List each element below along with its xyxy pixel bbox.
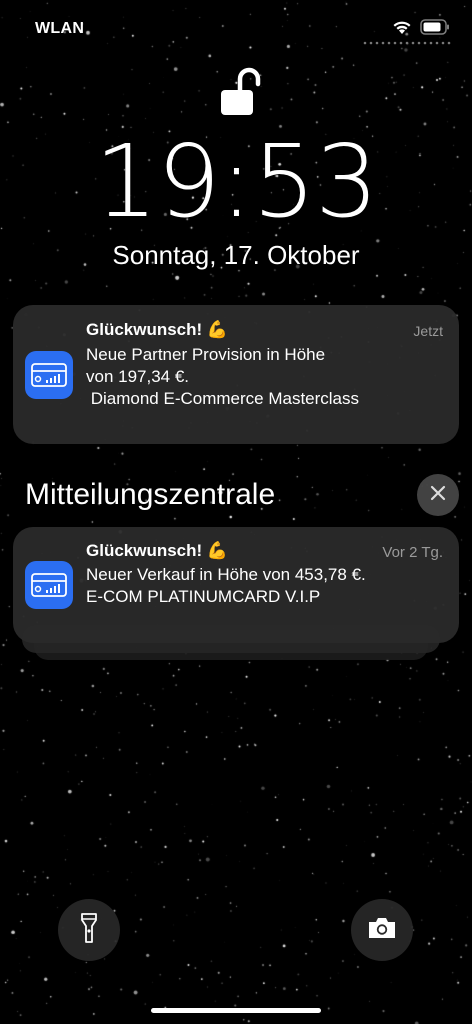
signal-strength-dots [363,41,451,45]
flashlight-icon [81,912,97,949]
close-icon [430,485,446,506]
status-carrier: WLAN [35,20,85,37]
notification-center-title: Mitteilungszentrale [25,478,276,511]
notification-time: Vor 2 Tg. [382,544,443,561]
camera-icon [368,917,396,944]
home-indicator[interactable] [151,1008,321,1013]
camera-button[interactable] [351,899,413,961]
card-icon [25,561,73,609]
notification-title: Glückwunsch! 💪 [86,320,229,339]
notification-card[interactable]: Glückwunsch! 💪 Jetzt Neue Partner Provis… [13,305,459,444]
notification-body: Neuer Verkauf in Höhe von 453,78 €. E-CO… [86,565,366,606]
card-icon [25,351,73,399]
battery-icon [420,19,450,40]
clear-notifications-button[interactable] [417,474,459,516]
status-icons [392,19,450,40]
notification-title: Glückwunsch! 💪 [86,541,229,560]
notification-card[interactable]: Glückwunsch! 💪 Vor 2 Tg. Neuer Verkauf i… [13,527,459,643]
lock-screen-date: Sonntag, 17. Oktober [112,240,360,270]
notification-body: Neue Partner Provision in Höhe von 197,3… [86,345,360,408]
wifi-icon [392,19,412,40]
unlocked-padlock-icon [218,66,270,123]
flashlight-button[interactable] [58,899,120,961]
lock-screen-time: 19:53 [94,123,378,240]
notification-time: Jetzt [413,323,443,339]
